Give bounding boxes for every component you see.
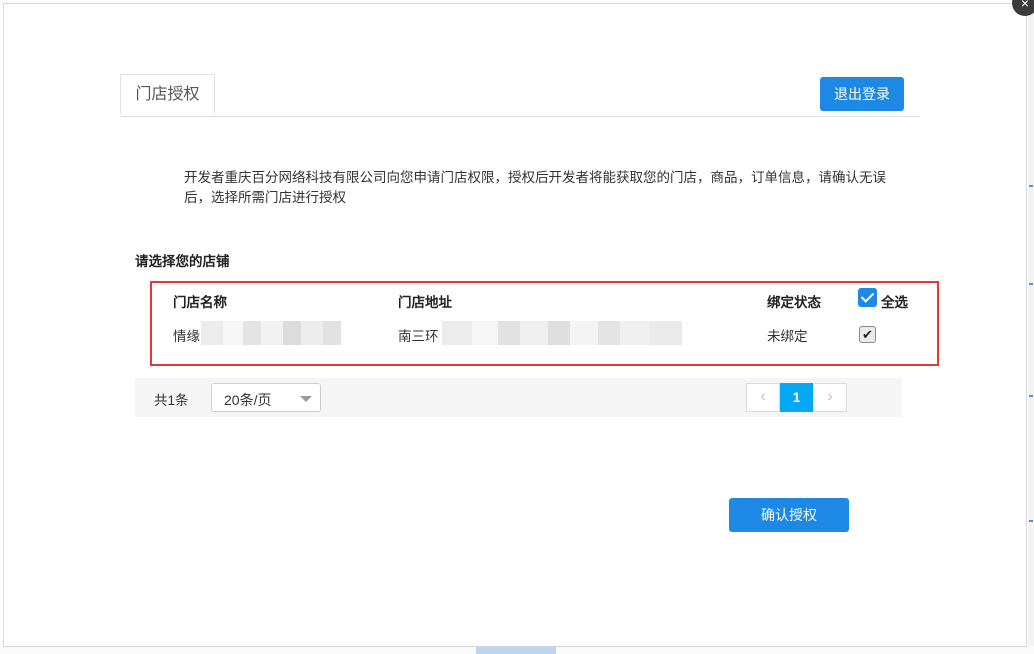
select-all-checkbox[interactable]: [858, 288, 877, 307]
select-all-label[interactable]: 全选: [881, 291, 908, 311]
select-store-heading: 请选择您的店铺: [135, 254, 230, 269]
next-page-button[interactable]: ›: [813, 383, 847, 412]
dialog-tab-bar: 门店授权 退出登录: [120, 70, 920, 117]
background-page-edge: [1028, 0, 1034, 654]
pagination-bar: 共1条 20条/页 ‹ 1 ›: [135, 378, 902, 417]
total-count: 共1条: [154, 393, 189, 408]
store-address-cell: 南三环: [398, 329, 439, 344]
page-size-select[interactable]: 20条/页: [211, 383, 321, 412]
logout-button[interactable]: 退出登录: [820, 77, 904, 111]
page-size-value: 20条/页: [224, 392, 272, 408]
store-row-checkbox[interactable]: ✔: [859, 326, 876, 343]
bind-status-cell: 未绑定: [767, 329, 808, 344]
background-page-bottom: [0, 646, 1034, 654]
redacted-store-address: [442, 321, 682, 345]
redacted-store-name: [201, 321, 341, 345]
chevron-down-icon: [300, 396, 312, 402]
authorization-notice: 开发者重庆百分网络科技有限公司向您申请门店权限，授权后开发者将能获取您的门店，商…: [184, 170, 886, 205]
page-number-button[interactable]: 1: [780, 383, 813, 412]
store-table-highlight: 门店名称 门店地址 绑定状态 全选 情缘 南三环 未绑定 ✔: [150, 281, 939, 366]
confirm-authorization-button[interactable]: 确认授权: [729, 498, 849, 532]
column-header-store-address: 门店地址: [398, 295, 452, 310]
column-header-store-name: 门店名称: [173, 295, 227, 310]
prev-page-button[interactable]: ‹: [746, 383, 780, 412]
store-name-cell: 情缘: [173, 329, 200, 344]
tab-store-authorization[interactable]: 门店授权: [120, 74, 215, 115]
column-header-bind-status: 绑定状态: [767, 295, 821, 310]
store-authorization-dialog: 门店授权 退出登录 开发者重庆百分网络科技有限公司向您申请门店权限，授权后开发者…: [3, 3, 1027, 647]
